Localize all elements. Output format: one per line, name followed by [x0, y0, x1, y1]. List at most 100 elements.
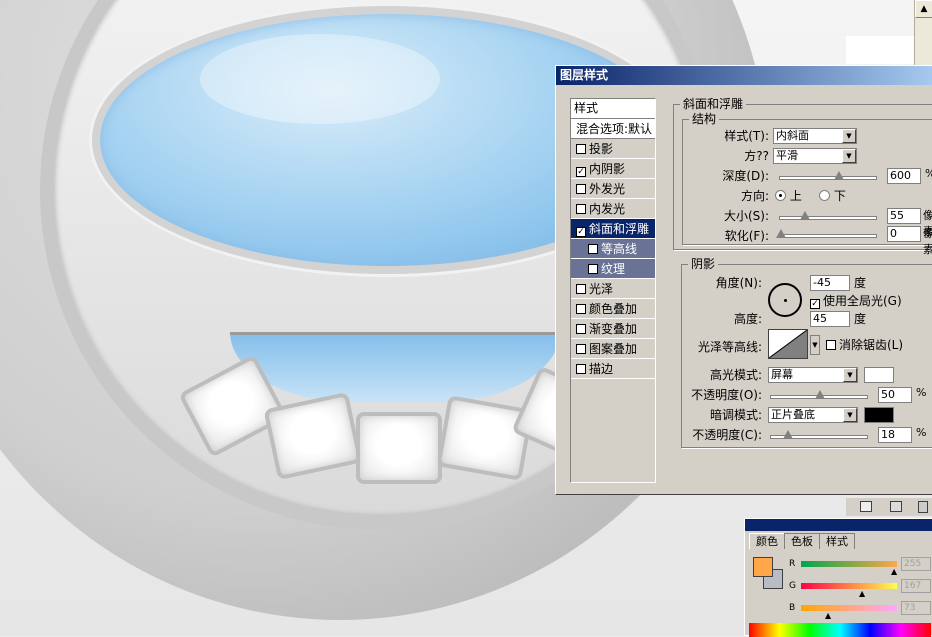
checkbox-checked-icon[interactable]: ✓	[576, 227, 586, 237]
highlight-opacity-field[interactable]: 50	[878, 387, 912, 403]
highlight-opacity-label: 不透明度(O):	[691, 388, 762, 402]
style-item-label: 光泽	[589, 282, 614, 296]
key-tile	[436, 395, 534, 481]
tab-color[interactable]: 颜色	[749, 533, 785, 549]
checkbox-unchecked-icon[interactable]	[576, 284, 586, 294]
style-item-label: 投影	[589, 142, 614, 156]
slider-thumb[interactable]	[783, 430, 793, 439]
channel-r-thumb[interactable]: ▲	[891, 567, 897, 576]
styles-header[interactable]: 样式	[571, 99, 655, 119]
style-item[interactable]: 渐变叠加	[571, 319, 655, 339]
new-set-icon[interactable]	[860, 501, 872, 512]
style-item[interactable]: 等高线	[571, 239, 655, 259]
channel-g-bar[interactable]	[801, 583, 897, 589]
new-style-icon[interactable]	[890, 501, 902, 512]
color-spectrum-bar[interactable]	[749, 623, 931, 637]
checkbox-unchecked-icon[interactable]	[588, 264, 598, 274]
vertical-scrollbar[interactable]: ▲	[914, 0, 932, 66]
style-item[interactable]: 颜色叠加	[571, 299, 655, 319]
contour-dropdown-icon[interactable]: ▼	[810, 335, 820, 355]
canvas-white-strip	[846, 36, 918, 64]
channel-b-bar[interactable]	[801, 605, 897, 611]
soften-label: 软化(F):	[724, 229, 769, 243]
channel-g-thumb[interactable]: ▲	[859, 589, 865, 598]
style-item[interactable]: 纹理	[571, 259, 655, 279]
channel-r-bar[interactable]	[801, 561, 897, 567]
key-tile	[356, 412, 442, 484]
checkbox-unchecked-icon[interactable]	[576, 364, 586, 374]
highlight-mode-select[interactable]: 屏幕 ▼	[768, 367, 858, 383]
shadow-opacity-field[interactable]: 18	[878, 427, 912, 443]
style-item[interactable]: 光泽	[571, 279, 655, 299]
global-light-checkbox[interactable]: ✓ 使用全局光(G)	[810, 293, 902, 309]
shadow-mode-select[interactable]: 正片叠底 ▼	[768, 407, 858, 423]
style-item-label: 颜色叠加	[589, 302, 638, 316]
gloss-contour-picker[interactable]	[768, 329, 808, 359]
style-item[interactable]: ✓ 内阴影	[571, 159, 655, 179]
trash-icon[interactable]	[918, 501, 928, 513]
size-field[interactable]: 55	[887, 208, 921, 224]
technique-select[interactable]: 平滑 ▼	[773, 148, 857, 164]
checkbox-checked-icon[interactable]: ✓	[576, 167, 586, 177]
shadow-color-swatch[interactable]	[864, 407, 894, 423]
blend-options-item[interactable]: 混合选项:默认	[571, 119, 655, 139]
tab-swatches[interactable]: 色板	[784, 533, 820, 549]
highlight-opacity-slider[interactable]	[770, 390, 868, 399]
scroll-up-arrow-icon[interactable]: ▲	[915, 0, 932, 18]
checkbox-unchecked-icon[interactable]	[576, 144, 586, 154]
bevel-style-select[interactable]: 内斜面 ▼	[773, 128, 857, 144]
depth-field[interactable]: 600	[887, 168, 921, 184]
checkbox-unchecked-icon[interactable]	[576, 344, 586, 354]
depth-unit: %	[925, 166, 932, 182]
shadow-opacity-label: 不透明度(C):	[692, 428, 762, 442]
shadow-opacity-slider[interactable]	[770, 430, 868, 439]
channel-g-label: G	[789, 581, 796, 591]
angle-dial[interactable]	[768, 283, 802, 317]
checkbox-unchecked-icon[interactable]	[576, 204, 586, 214]
style-item-label: 描边	[589, 362, 614, 376]
style-item[interactable]: 外发光	[571, 179, 655, 199]
direction-up-radio[interactable]: 上	[775, 188, 802, 204]
antialias-checkbox[interactable]: 消除锯齿(L)	[826, 337, 903, 353]
contour-curve-icon	[768, 329, 808, 359]
altitude-label: 高度:	[733, 312, 762, 326]
channel-b-field[interactable]: 73	[901, 601, 931, 615]
checkbox-unchecked-icon[interactable]	[576, 184, 586, 194]
highlight-mode-value: 屏幕	[771, 368, 793, 381]
dialog-title[interactable]: 图层样式	[556, 66, 932, 85]
style-item[interactable]: 投影	[571, 139, 655, 159]
channel-g-field[interactable]: 167	[901, 579, 931, 593]
style-item[interactable]: 描边	[571, 359, 655, 379]
soften-field[interactable]: 0	[887, 226, 921, 242]
slider-thumb[interactable]	[815, 390, 825, 399]
panel-titlebar[interactable]	[745, 519, 932, 531]
slider-thumb[interactable]	[800, 211, 810, 220]
slider-thumb[interactable]	[834, 171, 844, 180]
soften-slider[interactable]	[776, 229, 877, 238]
gloss-contour-label: 光泽等高线:	[697, 340, 762, 354]
checkbox-unchecked-icon[interactable]	[576, 324, 586, 334]
depth-slider[interactable]	[779, 171, 877, 180]
foreground-color-swatch[interactable]	[753, 557, 773, 577]
checkbox-unchecked-icon[interactable]	[576, 304, 586, 314]
bevel-emboss-group: 斜面和浮雕 结构 样式(T): 内斜面 ▼ 方?? 平滑 ▼ 深度(D): 600 …	[673, 97, 932, 256]
size-slider[interactable]	[779, 211, 877, 220]
channel-r-field[interactable]: 255	[901, 557, 931, 571]
channel-r-label: R	[789, 559, 796, 569]
checkbox-unchecked-icon[interactable]	[588, 244, 598, 254]
angle-field[interactable]: -45	[810, 275, 850, 291]
highlight-color-swatch[interactable]	[864, 367, 894, 383]
technique-label: 方??	[744, 149, 769, 163]
altitude-field[interactable]: 45	[810, 311, 850, 327]
radio-on-icon	[775, 190, 786, 201]
style-item[interactable]: ✓ 斜面和浮雕	[571, 219, 655, 239]
style-item-label: 外发光	[589, 182, 626, 196]
angle-dial-center	[784, 299, 787, 302]
style-item[interactable]: 图案叠加	[571, 339, 655, 359]
direction-down-radio[interactable]: 下	[819, 188, 846, 204]
style-item-label: 内阴影	[589, 162, 626, 176]
slider-thumb[interactable]	[776, 229, 786, 238]
style-item[interactable]: 内发光	[571, 199, 655, 219]
channel-b-thumb[interactable]: ▲	[825, 611, 831, 620]
tab-styles[interactable]: 样式	[819, 533, 855, 549]
